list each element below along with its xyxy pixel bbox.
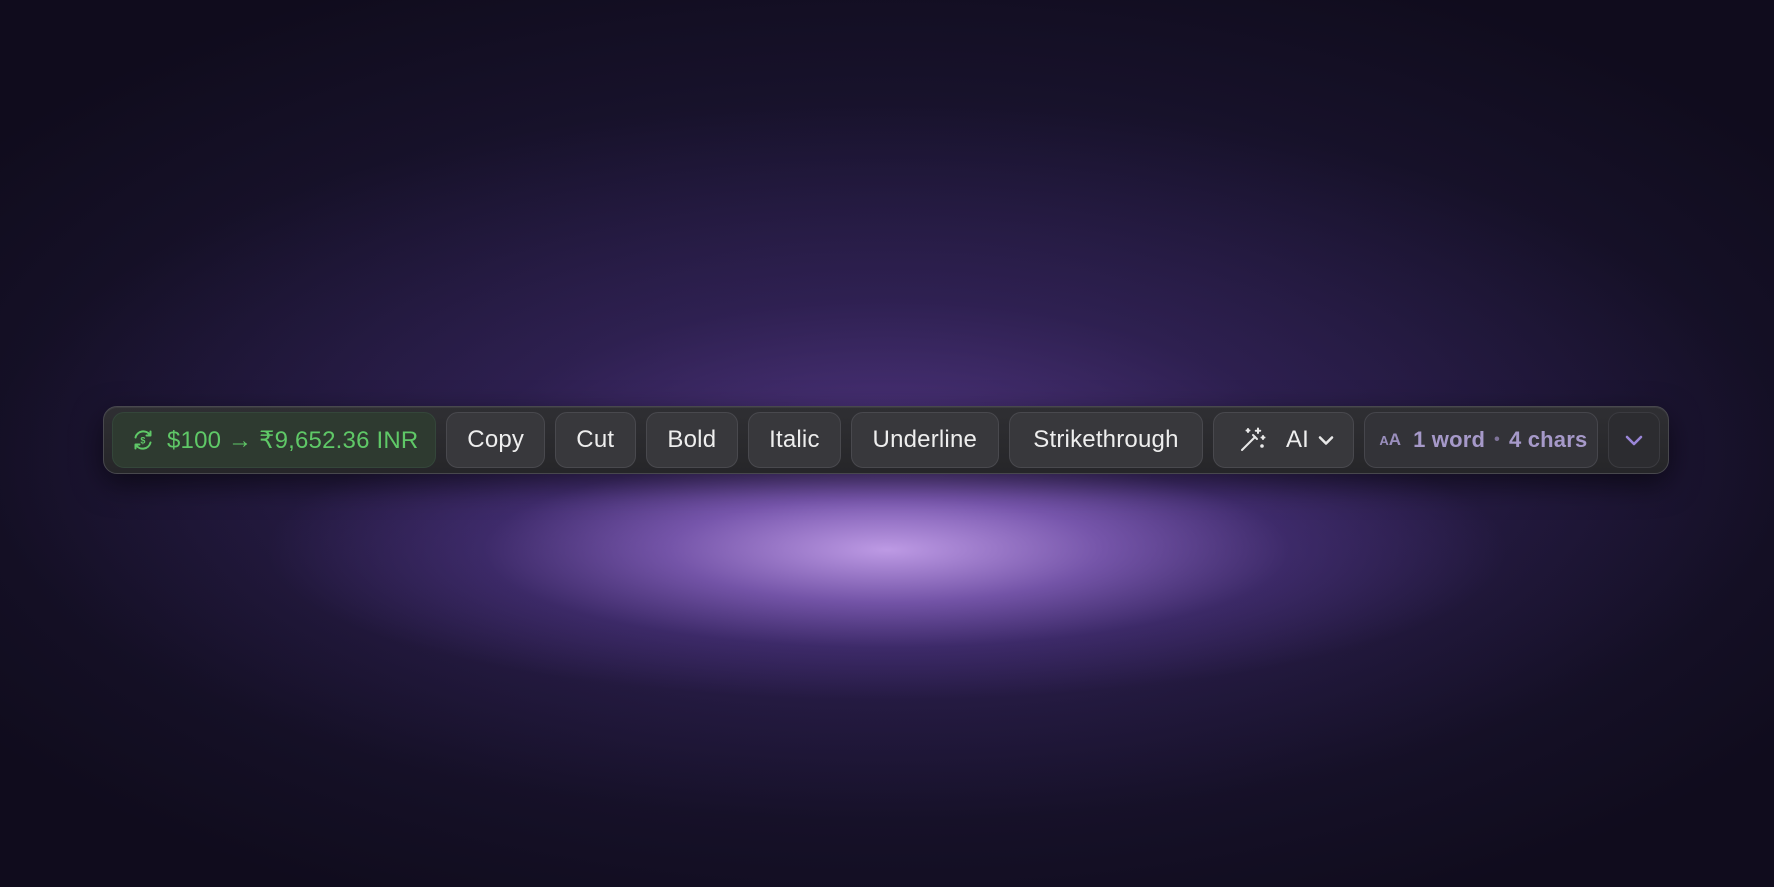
word-count-stats[interactable]: AA 1 word • 4 chars [1364,412,1599,468]
floating-text-toolbar: $ $100 → ₹9,652.36 INR Copy Cut Bold Ita… [103,406,1669,474]
text-size-icon: AA [1379,430,1401,450]
magic-wand-icon [1238,426,1266,454]
currency-conversion-label: $100 → ₹9,652.36 INR [167,426,419,454]
cut-button-label: Cut [576,426,615,453]
ai-dropdown-button[interactable]: AI [1212,412,1355,468]
copy-button[interactable]: Copy [446,412,545,468]
word-count: 1 word [1413,427,1486,452]
currency-conversion-chip[interactable]: $ $100 → ₹9,652.36 INR [112,412,437,468]
chevron-down-icon [1317,431,1335,449]
copy-button-label: Copy [467,426,525,453]
currency-exchange-icon: $ [131,428,155,452]
underline-button[interactable]: Underline [850,412,999,468]
underline-button-label: Underline [872,426,978,453]
bold-button[interactable]: Bold [645,412,739,468]
cut-button[interactable]: Cut [554,412,636,468]
chevron-down-icon [1622,428,1646,452]
strikethrough-button[interactable]: Strikethrough [1008,412,1203,468]
bold-button-label: Bold [667,426,717,453]
text-size-icon-small: A [1379,433,1389,448]
stats-separator: • [1494,431,1500,448]
expand-toolbar-button[interactable] [1608,412,1661,468]
svg-text:$: $ [140,436,145,446]
italic-button[interactable]: Italic [748,412,841,468]
text-size-icon-large: A [1388,430,1402,449]
italic-button-label: Italic [769,426,820,453]
char-count: 4 chars [1508,427,1588,452]
background: $ $100 → ₹9,652.36 INR Copy Cut Bold Ita… [0,0,1774,887]
strikethrough-button-label: Strikethrough [1033,426,1179,453]
ai-button-label: AI [1285,426,1310,453]
